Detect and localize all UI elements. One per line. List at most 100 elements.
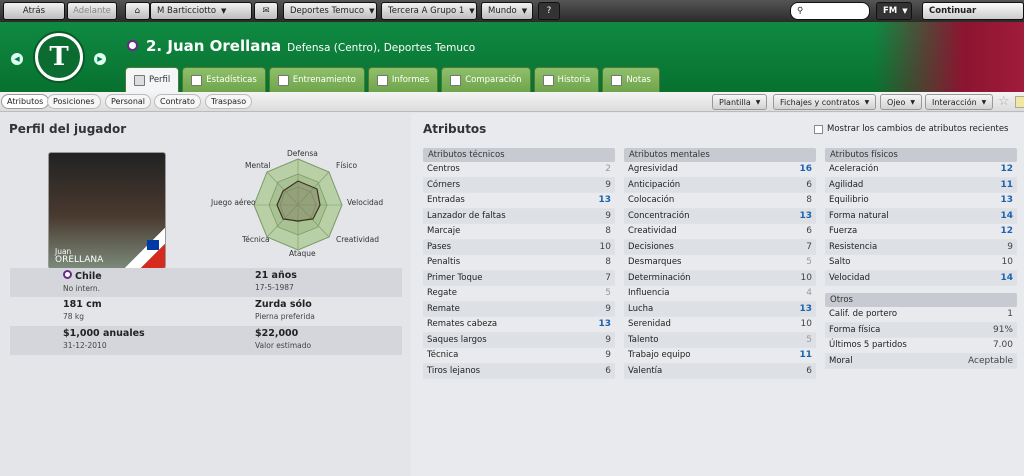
attribute-name: Remates cabeza <box>427 319 498 330</box>
attribute-row: Trabajo equipo 11 <box>624 348 816 364</box>
value-label: Valor estimado <box>255 341 312 350</box>
attribute-name: Colocación <box>628 195 675 206</box>
back-button[interactable]: Atrás <box>3 2 65 20</box>
info-row-physical: 181 cm 78 kg Zurda sólo Pierna preferida <box>10 297 402 326</box>
attribute-row: Colocación 8 <box>624 193 816 209</box>
tab-informes[interactable]: Informes <box>367 67 439 92</box>
attribute-value: 5 <box>806 257 812 268</box>
technical-header: Atributos técnicos <box>423 148 615 162</box>
flag-canton <box>147 240 159 250</box>
tab-historia[interactable]: Historia <box>533 67 600 92</box>
attribute-value: 13 <box>598 319 611 330</box>
forward-button[interactable]: Adelante <box>67 2 117 20</box>
interaccion-menu[interactable]: Interacción ▼ <box>925 94 994 110</box>
preferred-foot-label: Pierna preferida <box>255 312 315 321</box>
attribute-name: Talento <box>628 334 659 345</box>
attribute-value: 9 <box>605 303 611 314</box>
player-title: 2. Juan Orellana Defensa (Centro), Depor… <box>127 37 475 55</box>
attribute-row: Forma física 91% <box>825 322 1017 338</box>
attribute-row: Creatividad 6 <box>624 224 816 240</box>
subtab-atributos[interactable]: Atributos <box>1 94 50 109</box>
tab-estadisticas[interactable]: Estadísticas <box>182 67 266 92</box>
attribute-value: 11 <box>799 350 812 361</box>
attribute-value: 1 <box>1007 309 1013 320</box>
attribute-name: Decisiones <box>628 241 674 252</box>
checkbox-box[interactable] <box>814 124 823 134</box>
home-icon[interactable]: ⌂ <box>125 2 150 20</box>
attribute-name: Técnica <box>427 350 459 361</box>
header-decoration <box>874 22 1024 92</box>
attribute-row: Fuerza 12 <box>825 224 1017 240</box>
tab-perfil[interactable]: Perfil <box>125 67 180 92</box>
radar-label-tecnica: Técnica <box>242 235 270 244</box>
player-header: ◀ T ▶ 2. Juan Orellana Defensa (Centro),… <box>0 22 1024 92</box>
attribute-value: 8 <box>806 195 812 206</box>
attribute-row: Agilidad 11 <box>825 177 1017 193</box>
tab-entrenamiento[interactable]: Entrenamiento <box>268 67 365 92</box>
attribute-name: Desmarques <box>628 257 682 268</box>
info-row-contract: $1,000 anuales 31-12-2010 $22,000 Valor es… <box>10 326 402 355</box>
subtab-personal[interactable]: Personal <box>105 94 152 109</box>
preferred-foot: Zurda sólo <box>255 299 312 310</box>
attribute-value: 9 <box>1007 241 1013 252</box>
prev-arrow-icon[interactable]: ◀ <box>11 53 23 65</box>
continue-button[interactable]: Continuar <box>922 2 1024 20</box>
world-menu[interactable]: Mundo ▼ <box>481 2 533 20</box>
tab-label: Estadísticas <box>206 75 257 85</box>
nation-icon <box>127 40 138 51</box>
attribute-value: 9 <box>605 179 611 190</box>
search-input[interactable]: ⚲ <box>790 2 870 20</box>
attribute-row: Resistencia 9 <box>825 239 1017 255</box>
league-menu[interactable]: Tercera A Grupo 1 ▼ <box>381 2 477 20</box>
contract-end: 31-12-2010 <box>63 341 107 350</box>
tab-comparacion[interactable]: Comparación <box>441 67 531 92</box>
subtab-traspaso[interactable]: Traspaso <box>205 94 253 109</box>
attribute-row: Últimos 5 partidos 7.00 <box>825 338 1017 354</box>
next-arrow-icon[interactable]: ▶ <box>94 53 106 65</box>
recent-changes-checkbox[interactable]: Mostrar los cambios de atributos recient… <box>814 124 1009 134</box>
attribute-name: Marcaje <box>427 226 461 237</box>
attribute-name: Lucha <box>628 303 654 314</box>
star-icon[interactable]: ☆ <box>998 94 1010 109</box>
manager-menu[interactable]: M Barticciotto ▼ <box>150 2 252 20</box>
attribute-row: Remate 9 <box>423 301 615 317</box>
attribute-name: Aceleración <box>829 164 879 175</box>
attribute-value: 8 <box>605 226 611 237</box>
training-icon <box>277 74 289 86</box>
subtab-contrato[interactable]: Contrato <box>154 94 201 109</box>
attribute-name: Entradas <box>427 195 465 206</box>
age: 21 años <box>255 270 297 281</box>
mail-icon[interactable]: ✉ <box>254 2 278 20</box>
dob: 17-5-1987 <box>255 283 294 292</box>
attribute-value: 16 <box>799 164 812 175</box>
attribute-name: Lanzador de faltas <box>427 210 506 221</box>
plantilla-menu[interactable]: Plantilla ▼ <box>712 94 768 110</box>
fichajes-menu[interactable]: Fichajes y contratos ▼ <box>773 94 877 110</box>
fm-label: FM <box>883 6 898 16</box>
attribute-row: Primer Toque 7 <box>423 270 615 286</box>
subtab-posiciones[interactable]: Posiciones <box>47 94 101 109</box>
attribute-name: Tiros lejanos <box>427 365 481 376</box>
top-toolbar: Atrás Adelante ⌂ M Barticciotto ▼ ✉ Depor… <box>0 0 1024 22</box>
search-icon: ⚲ <box>797 6 804 16</box>
help-button[interactable]: ? <box>538 2 560 20</box>
attribute-name: Forma natural <box>829 210 889 221</box>
fm-menu[interactable]: FM ▼ <box>876 2 912 20</box>
attribute-row: Anticipación 6 <box>624 177 816 193</box>
club-menu[interactable]: Deportes Temuco ▼ <box>283 2 377 20</box>
attribute-name: Anticipación <box>628 179 681 190</box>
attribute-name: Velocidad <box>829 272 870 283</box>
tab-notas[interactable]: Notas <box>602 67 660 92</box>
radar-label-velocidad: Velocidad <box>347 198 384 207</box>
attribute-radar: Defensa Físico Velocidad Creatividad Ata… <box>205 149 395 264</box>
history-icon <box>542 74 554 86</box>
league-label: Tercera A Grupo 1 <box>388 6 465 16</box>
menu-label: Interacción <box>932 97 977 107</box>
attribute-row: Aceleración 12 <box>825 162 1017 178</box>
attribute-row: Valentía 6 <box>624 363 816 379</box>
radar-label-defensa: Defensa <box>287 149 318 158</box>
attribute-value: 14 <box>1000 272 1013 283</box>
note-icon[interactable] <box>1015 96 1024 108</box>
technical-column: Atributos técnicos Centros 2 Córners 9 Entra… <box>423 148 615 379</box>
ojeo-menu[interactable]: Ojeo ▼ <box>880 94 922 110</box>
